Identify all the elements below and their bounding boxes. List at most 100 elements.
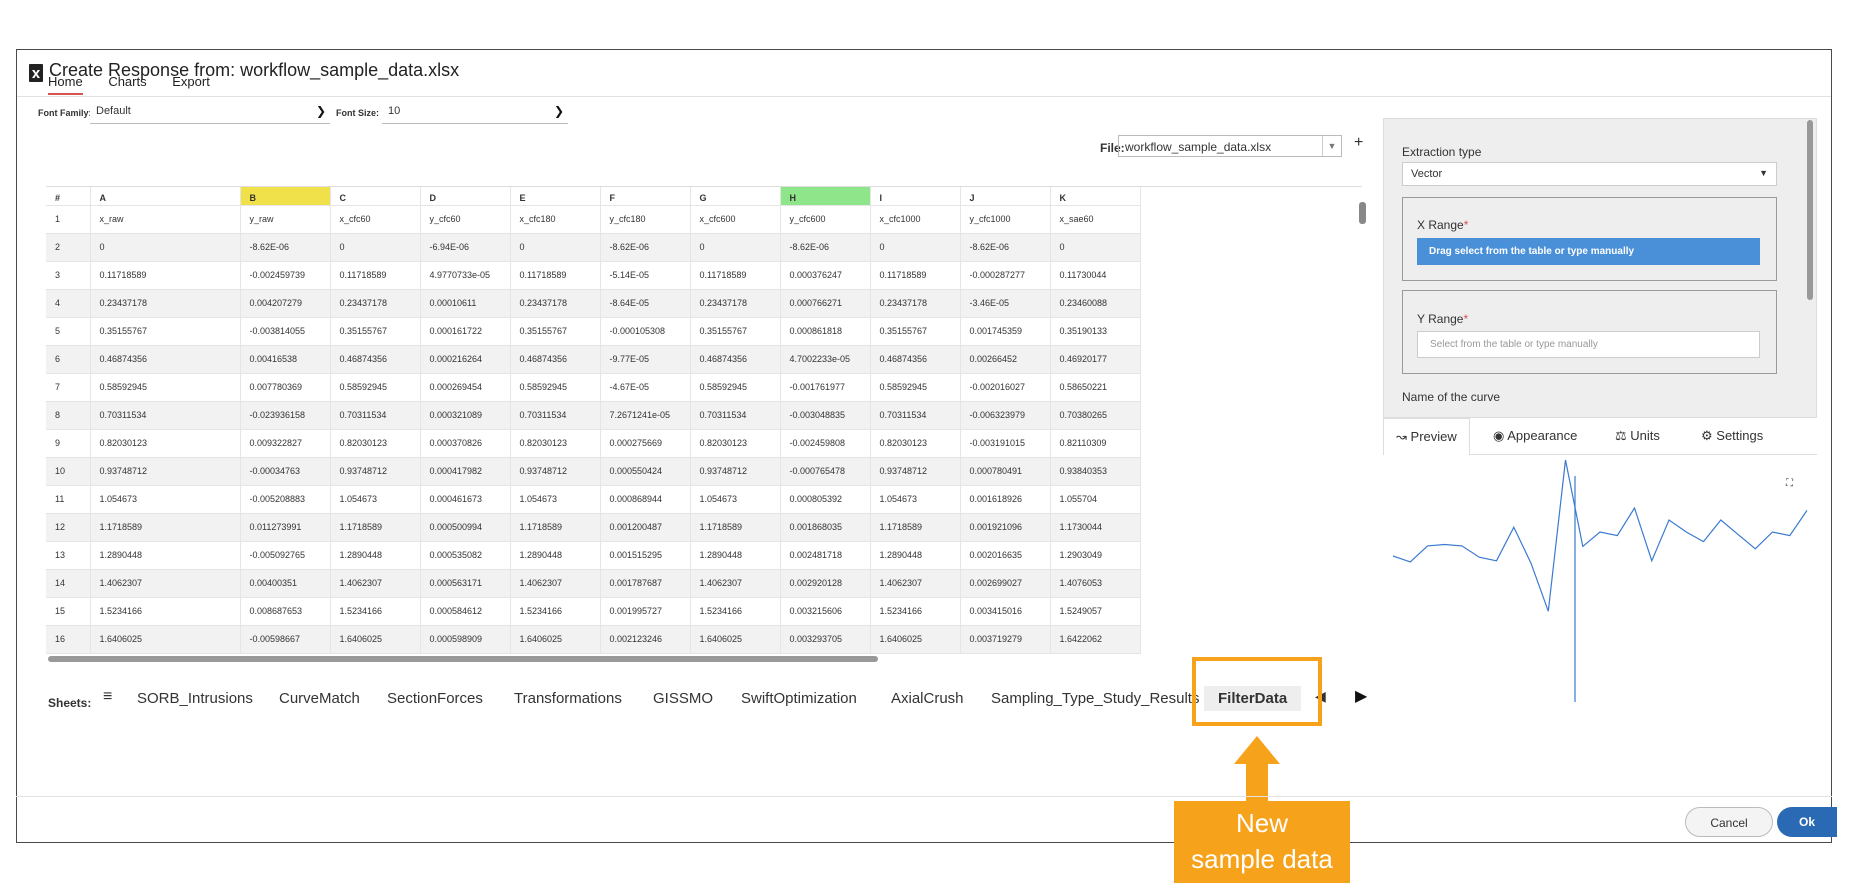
table-cell[interactable]: 1.5249057 bbox=[1050, 597, 1141, 626]
table-cell[interactable]: 0.70311534 bbox=[510, 401, 601, 430]
table-cell[interactable]: 0.82030123 bbox=[90, 429, 241, 458]
table-cell[interactable]: y_cfc60 bbox=[420, 205, 511, 234]
sheet-tab-sampling-type-study-results[interactable]: Sampling_Type_Study_Results bbox=[991, 690, 1199, 707]
table-cell[interactable]: 0.58592945 bbox=[510, 373, 601, 402]
table-cell[interactable]: 0.000269454 bbox=[420, 373, 511, 402]
table-cell[interactable]: 0.009322827 bbox=[240, 429, 331, 458]
table-cell[interactable]: 0.11718589 bbox=[870, 261, 961, 290]
table-cell[interactable]: 0.011273991 bbox=[240, 513, 331, 542]
table-cell[interactable]: 0 bbox=[1050, 233, 1141, 262]
table-cell[interactable]: 0.46920177 bbox=[1050, 345, 1141, 374]
table-cell[interactable]: 0.82030123 bbox=[510, 429, 601, 458]
table-cell[interactable]: 1.055704 bbox=[1050, 485, 1141, 514]
table-cell[interactable]: 0.002123246 bbox=[600, 625, 691, 654]
table-cell[interactable]: -0.000765478 bbox=[780, 457, 871, 486]
table-cell[interactable]: 0.93748712 bbox=[510, 457, 601, 486]
y-range-input[interactable]: Select from the table or type manually bbox=[1417, 331, 1760, 358]
row-number[interactable]: 6 bbox=[46, 345, 91, 374]
table-cell[interactable]: 1.2903049 bbox=[1050, 541, 1141, 570]
table-cell[interactable]: 0.002920128 bbox=[780, 569, 871, 598]
row-number[interactable]: 11 bbox=[46, 485, 91, 514]
column-header-k[interactable]: K bbox=[1050, 187, 1141, 206]
table-cell[interactable]: 0.007780369 bbox=[240, 373, 331, 402]
table-cell[interactable]: 1.4062307 bbox=[330, 569, 421, 598]
table-cell[interactable]: 7.2671241e-05 bbox=[600, 401, 691, 430]
table-cell[interactable]: 0.58592945 bbox=[690, 373, 781, 402]
table-cell[interactable]: 0.000861818 bbox=[780, 317, 871, 346]
table-cell[interactable]: 0.46874356 bbox=[870, 345, 961, 374]
table-cell[interactable]: -0.005208883 bbox=[240, 485, 331, 514]
table-cell[interactable]: 0.58650221 bbox=[1050, 373, 1141, 402]
table-cell[interactable]: 0.001515295 bbox=[600, 541, 691, 570]
font-size-select[interactable]: 10 ❯ bbox=[382, 100, 568, 124]
table-cell[interactable]: -3.46E-05 bbox=[960, 289, 1051, 318]
table-cell[interactable]: 0.000461673 bbox=[420, 485, 511, 514]
table-cell[interactable]: 1.2890448 bbox=[510, 541, 601, 570]
table-cell[interactable]: 0.70311534 bbox=[90, 401, 241, 430]
row-number[interactable]: 1 bbox=[46, 205, 91, 234]
table-cell[interactable]: -0.000105308 bbox=[600, 317, 691, 346]
table-cell[interactable]: -0.003814055 bbox=[240, 317, 331, 346]
column-header-c[interactable]: C bbox=[330, 187, 421, 206]
table-cell[interactable]: 1.5234166 bbox=[690, 597, 781, 626]
table-cell[interactable]: x_raw bbox=[90, 205, 241, 234]
table-cell[interactable]: 1.5234166 bbox=[330, 597, 421, 626]
row-number[interactable]: 2 bbox=[46, 233, 91, 262]
row-number[interactable]: 13 bbox=[46, 541, 91, 570]
table-cell[interactable]: 0.001995727 bbox=[600, 597, 691, 626]
row-number[interactable]: 15 bbox=[46, 597, 91, 626]
column-header-e[interactable]: E bbox=[510, 187, 601, 206]
add-file-icon[interactable]: + bbox=[1354, 134, 1363, 152]
table-cell[interactable]: -6.94E-06 bbox=[420, 233, 511, 262]
column-header-f[interactable]: F bbox=[600, 187, 691, 206]
table-cell[interactable]: 0.35155767 bbox=[90, 317, 241, 346]
table-cell[interactable]: 1.5234166 bbox=[90, 597, 241, 626]
x-range-input[interactable]: Drag select from the table or type manua… bbox=[1417, 238, 1760, 265]
table-cell[interactable]: 1.2890448 bbox=[690, 541, 781, 570]
table-cell[interactable]: -0.00034763 bbox=[240, 457, 331, 486]
table-cell[interactable]: 0.35155767 bbox=[690, 317, 781, 346]
table-cell[interactable]: 1.1718589 bbox=[330, 513, 421, 542]
table-cell[interactable]: -0.003048835 bbox=[780, 401, 871, 430]
table-cell[interactable]: -0.023936158 bbox=[240, 401, 331, 430]
table-cell[interactable]: 0.002481718 bbox=[780, 541, 871, 570]
table-cell[interactable]: 0.000500994 bbox=[420, 513, 511, 542]
table-cell[interactable]: 1.4062307 bbox=[870, 569, 961, 598]
tab-settings[interactable]: ⚙ Settings bbox=[1689, 418, 1775, 454]
row-number[interactable]: 8 bbox=[46, 401, 91, 430]
ok-button[interactable]: Ok bbox=[1777, 807, 1837, 837]
table-cell[interactable]: 1.4062307 bbox=[90, 569, 241, 598]
tab-charts[interactable]: Charts bbox=[108, 74, 146, 93]
table-cell[interactable]: 0.008687653 bbox=[240, 597, 331, 626]
table-cell[interactable]: 0.23437178 bbox=[90, 289, 241, 318]
side-panel-scrollbar[interactable] bbox=[1807, 120, 1813, 300]
table-cell[interactable]: 0 bbox=[690, 233, 781, 262]
table-cell[interactable]: -0.002016027 bbox=[960, 373, 1051, 402]
table-cell[interactable]: 0.46874356 bbox=[690, 345, 781, 374]
table-cell[interactable]: 0.000321089 bbox=[420, 401, 511, 430]
column-header-i[interactable]: I bbox=[870, 187, 961, 206]
table-cell[interactable]: -0.002459808 bbox=[780, 429, 871, 458]
table-cell[interactable]: -0.001761977 bbox=[780, 373, 871, 402]
table-cell[interactable]: 0.000868944 bbox=[600, 485, 691, 514]
table-cell[interactable]: 0.70311534 bbox=[690, 401, 781, 430]
table-cell[interactable]: 0.003415016 bbox=[960, 597, 1051, 626]
table-cell[interactable]: 0.004207279 bbox=[240, 289, 331, 318]
table-cell[interactable]: 4.9770733e-05 bbox=[420, 261, 511, 290]
table-cell[interactable]: 0.000550424 bbox=[600, 457, 691, 486]
table-cell[interactable]: -0.00598667 bbox=[240, 625, 331, 654]
table-cell[interactable]: 0.11718589 bbox=[690, 261, 781, 290]
font-family-select[interactable]: Default ❯ bbox=[90, 100, 330, 124]
table-cell[interactable]: 1.5234166 bbox=[870, 597, 961, 626]
sheet-tab-swiftoptimization[interactable]: SwiftOptimization bbox=[741, 690, 857, 707]
table-cell[interactable]: 0.000535082 bbox=[420, 541, 511, 570]
table-cell[interactable]: -0.000287277 bbox=[960, 261, 1051, 290]
cancel-button[interactable]: Cancel bbox=[1685, 807, 1773, 837]
column-header-b[interactable]: B bbox=[240, 187, 331, 206]
table-cell[interactable]: -9.77E-05 bbox=[600, 345, 691, 374]
table-cell[interactable]: -8.62E-06 bbox=[960, 233, 1051, 262]
sheet-tab-curvematch[interactable]: CurveMatch bbox=[279, 690, 360, 707]
table-cell[interactable]: 0.00266452 bbox=[960, 345, 1051, 374]
table-cell[interactable]: -0.005092765 bbox=[240, 541, 331, 570]
table-cell[interactable]: x_cfc60 bbox=[330, 205, 421, 234]
